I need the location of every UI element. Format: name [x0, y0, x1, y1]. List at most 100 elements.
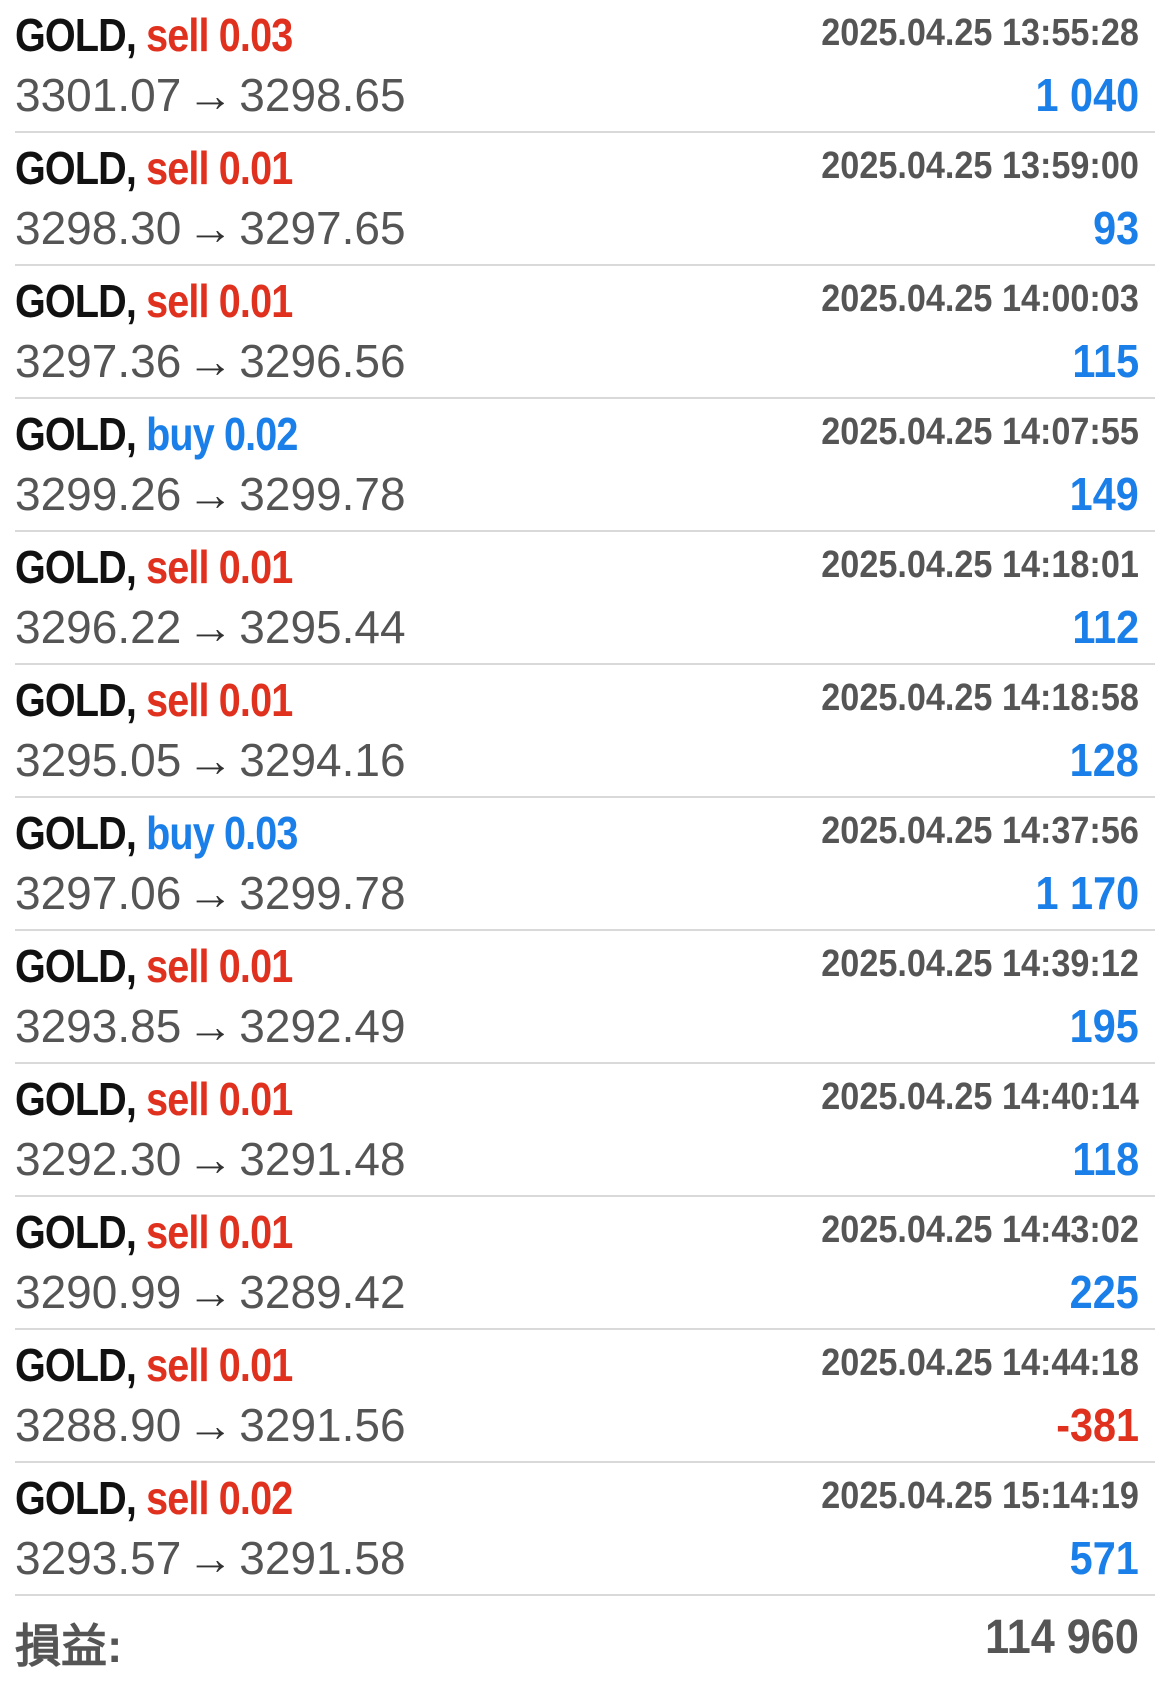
trade-side: sell	[146, 1472, 209, 1524]
arrow-right-icon: →	[187, 468, 234, 520]
trade-symbol: GOLD,	[15, 541, 137, 593]
trade-row[interactable]: GOLD, sell 0.01 2025.04.25 14:40:14 3292.3…	[15, 1064, 1155, 1197]
open-price: 3295.05	[15, 734, 182, 786]
trade-title: GOLD, buy 0.03	[15, 806, 298, 860]
trade-volume: 0.01	[218, 1339, 293, 1391]
close-price: 3298.65	[239, 69, 406, 121]
trade-time: 2025.04.25 14:44:18	[821, 1342, 1139, 1384]
trade-side: sell	[146, 940, 209, 992]
trade-volume: 0.01	[218, 674, 293, 726]
close-price: 3296.56	[239, 335, 406, 387]
arrow-right-icon: →	[187, 867, 234, 919]
open-price: 3297.36	[15, 335, 182, 387]
trade-volume: 0.02	[218, 1472, 293, 1524]
close-price: 3295.44	[239, 601, 406, 653]
trade-history-list: GOLD, sell 0.03 2025.04.25 13:55:28 3301.0…	[0, 0, 1170, 1596]
trade-title: GOLD, sell 0.01	[15, 1205, 293, 1259]
close-price: 3297.65	[239, 202, 406, 254]
trade-title: GOLD, sell 0.01	[15, 939, 293, 993]
trade-prices: 3292.30 → 3291.48	[15, 1132, 406, 1186]
trade-row[interactable]: GOLD, sell 0.01 2025.04.25 13:59:00 3298.3…	[15, 133, 1155, 266]
close-price: 3299.78	[239, 468, 406, 520]
trade-volume: 0.01	[218, 1206, 293, 1258]
trade-symbol: GOLD,	[15, 1339, 137, 1391]
trade-prices: 3297.06 → 3299.78	[15, 866, 406, 920]
trade-prices: 3293.85 → 3292.49	[15, 999, 406, 1053]
trade-side: sell	[146, 1206, 209, 1258]
open-price: 3293.57	[15, 1532, 182, 1584]
close-price: 3299.78	[239, 867, 406, 919]
trade-row[interactable]: GOLD, sell 0.01 2025.04.25 14:43:02 3290.9…	[15, 1197, 1155, 1330]
trade-time: 2025.04.25 15:14:19	[821, 1475, 1139, 1517]
trade-row[interactable]: GOLD, sell 0.01 2025.04.25 14:18:01 3296.2…	[15, 532, 1155, 665]
trade-symbol: GOLD,	[15, 674, 137, 726]
trade-side: sell	[146, 674, 209, 726]
trade-row[interactable]: GOLD, sell 0.01 2025.04.25 14:39:12 3293.8…	[15, 931, 1155, 1064]
trade-symbol: GOLD,	[15, 1472, 137, 1524]
trade-prices: 3301.07 → 3298.65	[15, 68, 406, 122]
arrow-right-icon: →	[187, 335, 234, 387]
trade-symbol: GOLD,	[15, 1206, 137, 1258]
trade-side: sell	[146, 142, 209, 194]
open-price: 3297.06	[15, 867, 182, 919]
arrow-right-icon: →	[187, 734, 234, 786]
trade-row[interactable]: GOLD, sell 0.01 2025.04.25 14:44:18 3288.9…	[15, 1330, 1155, 1463]
arrow-right-icon: →	[187, 1399, 234, 1451]
trade-profit: 115	[1072, 335, 1139, 387]
trade-side: sell	[146, 275, 209, 327]
trade-row[interactable]: GOLD, buy 0.03 2025.04.25 14:37:56 3297.06…	[15, 798, 1155, 931]
arrow-right-icon: →	[187, 601, 234, 653]
trade-profit: -381	[1056, 1399, 1139, 1451]
trade-time: 2025.04.25 13:59:00	[821, 145, 1139, 187]
trade-time: 2025.04.25 14:18:01	[821, 544, 1139, 586]
trade-time: 2025.04.25 14:37:56	[821, 810, 1139, 852]
trade-symbol: GOLD,	[15, 142, 137, 194]
trade-prices: 3299.26 → 3299.78	[15, 467, 406, 521]
trade-title: GOLD, sell 0.01	[15, 1338, 293, 1392]
trade-row[interactable]: GOLD, sell 0.03 2025.04.25 13:55:28 3301.0…	[15, 0, 1155, 133]
open-price: 3293.85	[15, 1000, 182, 1052]
trade-row[interactable]: GOLD, buy 0.02 2025.04.25 14:07:55 3299.26…	[15, 399, 1155, 532]
open-price: 3292.30	[15, 1133, 182, 1185]
open-price: 3298.30	[15, 202, 182, 254]
trade-volume: 0.01	[218, 275, 293, 327]
trade-time: 2025.04.25 14:39:12	[821, 943, 1139, 985]
trade-symbol: GOLD,	[15, 408, 137, 460]
trade-profit: 112	[1072, 601, 1139, 653]
trade-profit: 118	[1072, 1133, 1139, 1185]
trade-title: GOLD, sell 0.01	[15, 540, 293, 594]
trade-symbol: GOLD,	[15, 1073, 137, 1125]
trade-time: 2025.04.25 14:18:58	[821, 677, 1139, 719]
trade-volume: 0.03	[223, 807, 298, 859]
trade-title: GOLD, sell 0.03	[15, 8, 293, 62]
trade-volume: 0.03	[218, 9, 293, 61]
open-price: 3290.99	[15, 1266, 182, 1318]
trade-time: 2025.04.25 14:07:55	[821, 411, 1139, 453]
trade-volume: 0.01	[218, 1073, 293, 1125]
trade-profit: 149	[1069, 468, 1139, 520]
trade-row[interactable]: GOLD, sell 0.01 2025.04.25 14:18:58 3295.0…	[15, 665, 1155, 798]
trade-prices: 3295.05 → 3294.16	[15, 733, 406, 787]
arrow-right-icon: →	[187, 202, 234, 254]
close-price: 3291.48	[239, 1133, 406, 1185]
summary-total-profit: 114 960	[985, 1611, 1139, 1664]
trade-prices: 3298.30 → 3297.65	[15, 201, 406, 255]
open-price: 3288.90	[15, 1399, 182, 1451]
trade-title: GOLD, sell 0.02	[15, 1471, 293, 1525]
trade-row[interactable]: GOLD, sell 0.02 2025.04.25 15:14:19 3293.5…	[15, 1463, 1155, 1596]
trade-row[interactable]: GOLD, sell 0.01 2025.04.25 14:00:03 3297.3…	[15, 266, 1155, 399]
trade-profit: 128	[1069, 734, 1139, 786]
summary-label: 損益:	[15, 1620, 123, 1672]
trade-profit: 1 170	[1035, 867, 1139, 919]
trade-time: 2025.04.25 14:40:14	[821, 1076, 1139, 1118]
trade-volume: 0.01	[218, 541, 293, 593]
open-price: 3299.26	[15, 468, 182, 520]
arrow-right-icon: →	[187, 1532, 234, 1584]
close-price: 3292.49	[239, 1000, 406, 1052]
trade-symbol: GOLD,	[15, 275, 137, 327]
trade-time: 2025.04.25 14:00:03	[821, 278, 1139, 320]
trade-prices: 3296.22 → 3295.44	[15, 600, 406, 654]
arrow-right-icon: →	[187, 69, 234, 121]
close-price: 3291.56	[239, 1399, 406, 1451]
open-price: 3296.22	[15, 601, 182, 653]
